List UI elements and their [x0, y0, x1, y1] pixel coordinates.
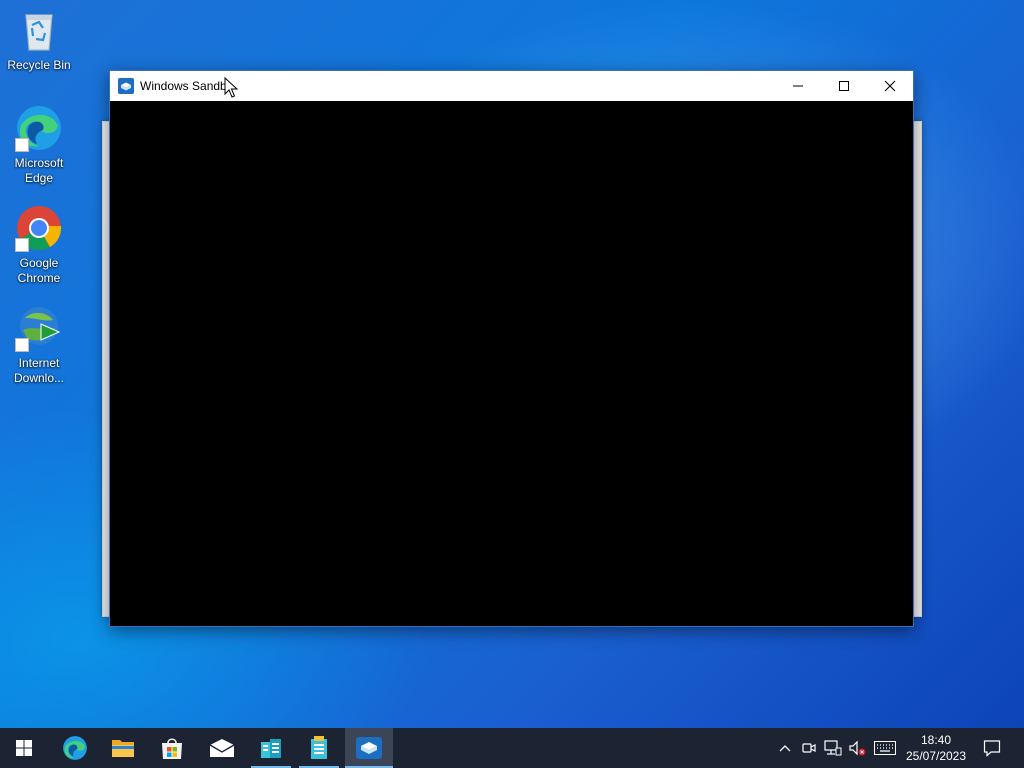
window-title: Windows Sandb [140, 79, 227, 93]
minimize-button[interactable] [775, 71, 821, 101]
minimize-icon [793, 85, 803, 87]
taskbar-clock[interactable]: 18:40 25/07/2023 [900, 728, 972, 768]
sandbox-window[interactable]: Windows Sandb [109, 70, 914, 627]
action-center-button[interactable] [978, 728, 1006, 768]
mouse-cursor-icon [224, 77, 238, 98]
desktop-icon-label: Recycle Bin [7, 58, 71, 72]
shortcut-arrow-icon [15, 238, 29, 252]
touch-keyboard-button[interactable] [872, 728, 898, 768]
sandbox-content-area[interactable] [110, 101, 913, 626]
windows-logo-icon [16, 740, 32, 756]
sandbox-icon [118, 78, 134, 94]
desktop-icon-label: Microsoft Edge [14, 156, 64, 185]
desktop-icon-internet-download-manager[interactable]: Internet Downlo... [4, 304, 74, 386]
app-icon [261, 739, 281, 758]
clock-time: 18:40 [920, 733, 952, 747]
taskbar: 18:40 25/07/2023 [0, 728, 1024, 768]
taskbar-app-2[interactable] [295, 728, 343, 768]
taskbar-windows-sandbox[interactable] [345, 728, 393, 768]
desktop-icon-recycle-bin[interactable]: Recycle Bin [4, 6, 74, 73]
action-center-icon [983, 740, 1001, 757]
chevron-up-icon [779, 745, 791, 752]
desktop: Recycle Bin Microsoft Edge Google Chrome [0, 0, 1024, 728]
show-hidden-icons-button[interactable] [776, 728, 794, 768]
idm-icon [15, 304, 63, 352]
shortcut-arrow-icon [15, 338, 29, 352]
keyboard-icon [874, 741, 896, 755]
taskbar-mail[interactable] [198, 728, 246, 768]
desktop-icon-label: Google Chrome [17, 256, 61, 285]
folder-icon [112, 740, 134, 757]
taskbar-app-1[interactable] [247, 728, 295, 768]
network-button[interactable] [822, 728, 844, 768]
close-button[interactable] [867, 71, 913, 101]
volume-button[interactable] [846, 728, 868, 768]
edge-icon [63, 736, 87, 760]
volume-muted-icon [849, 740, 866, 756]
desktop-icon-label: Internet Downlo... [13, 356, 65, 385]
maximize-icon [839, 81, 849, 91]
desktop-icon-chrome[interactable]: Google Chrome [4, 204, 74, 286]
taskbar-microsoft-store[interactable] [148, 728, 196, 768]
start-button[interactable] [0, 728, 48, 768]
recycle-bin-icon [15, 6, 63, 54]
app-icon [311, 736, 327, 759]
maximize-button[interactable] [821, 71, 867, 101]
taskbar-file-explorer[interactable] [99, 728, 147, 768]
store-icon [162, 738, 182, 759]
mail-icon [209, 739, 235, 757]
network-icon [824, 740, 842, 756]
chrome-icon [15, 204, 63, 252]
clock-date: 25/07/2023 [905, 749, 967, 763]
window-controls [775, 71, 913, 101]
meet-now-icon [802, 743, 816, 753]
close-icon [884, 80, 896, 92]
meet-now-button[interactable] [799, 728, 819, 768]
shortcut-arrow-icon [15, 138, 29, 152]
sandbox-icon [356, 737, 382, 759]
taskbar-edge[interactable] [51, 728, 99, 768]
desktop-icon-edge[interactable]: Microsoft Edge [4, 104, 74, 186]
edge-icon [15, 104, 63, 152]
